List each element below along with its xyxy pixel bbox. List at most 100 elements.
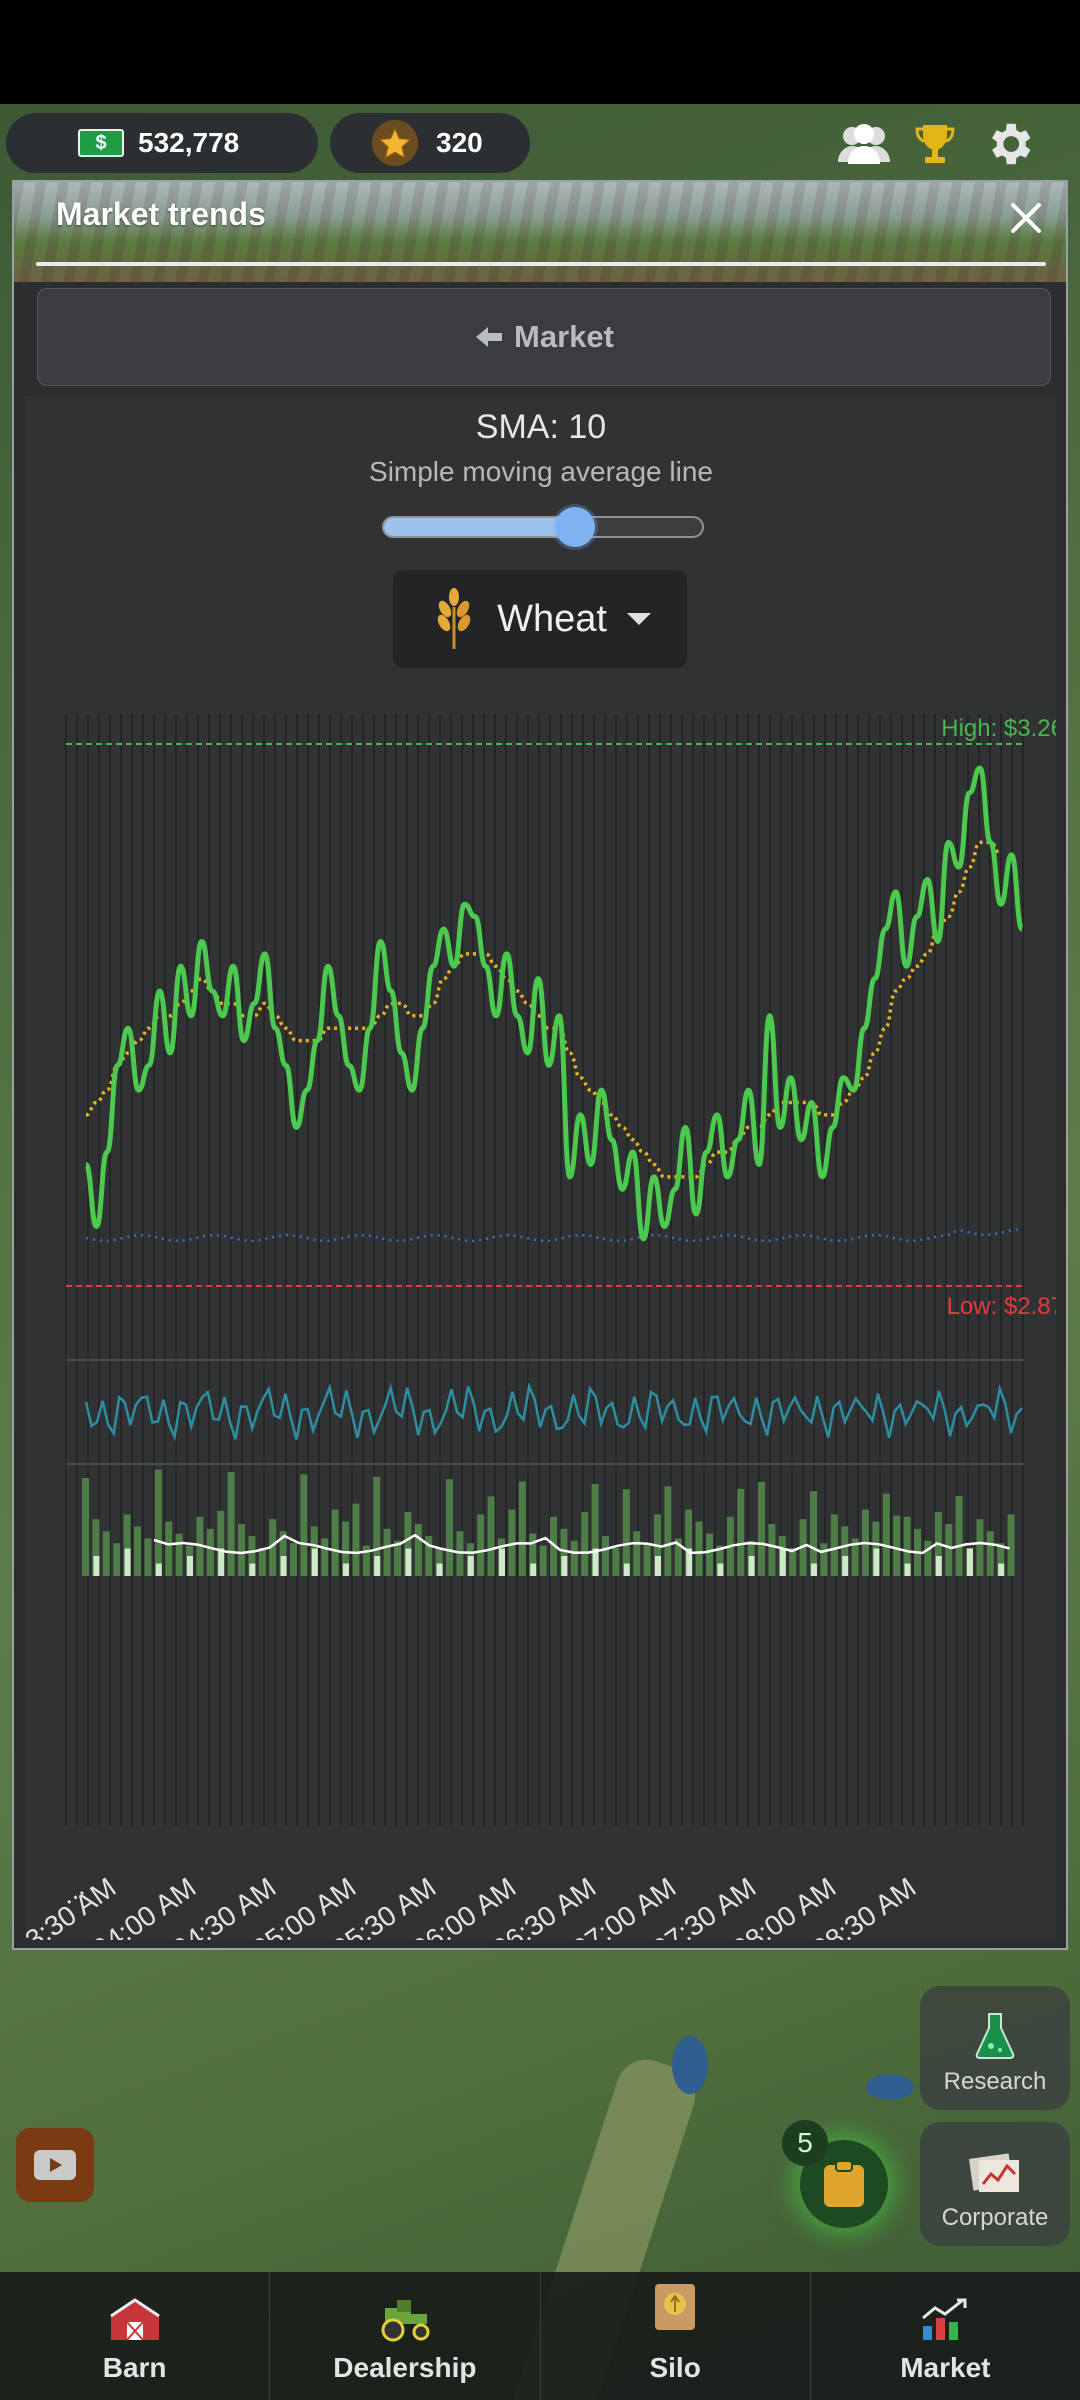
money-display[interactable]: $ 532,778 bbox=[6, 113, 318, 173]
volume-bar bbox=[643, 1543, 651, 1576]
volume-bar bbox=[706, 1533, 713, 1576]
volume-bar bbox=[830, 1514, 838, 1576]
close-button[interactable] bbox=[1004, 196, 1048, 240]
volume-bar bbox=[134, 1526, 141, 1576]
nav-market-label: Market bbox=[900, 2352, 991, 2383]
volume-bar bbox=[748, 1556, 755, 1576]
baseline-series bbox=[85, 1227, 1023, 1243]
volume-bar bbox=[258, 1548, 266, 1576]
research-button[interactable]: Research bbox=[920, 1986, 1070, 2110]
volume-bar bbox=[144, 1538, 152, 1576]
volume-bar bbox=[300, 1474, 308, 1576]
volume-bar bbox=[768, 1524, 776, 1576]
volume-bar bbox=[414, 1524, 422, 1576]
volume-bar bbox=[695, 1521, 703, 1576]
high-label: High: $3.26 bbox=[941, 715, 1056, 742]
volume-bar bbox=[436, 1563, 443, 1576]
price-chart: High: $3.26 Low: $2.87 ...03:30 AM04:00 … bbox=[26, 714, 1056, 1940]
nav-barn[interactable]: Barn bbox=[0, 2272, 271, 2400]
volume-bar bbox=[539, 1545, 547, 1576]
x-axis-ticks: ...03:30 AM04:00 AM04:30 AM05:00 AM05:30… bbox=[26, 1872, 921, 1940]
volume-bar bbox=[612, 1548, 620, 1576]
friends-icon[interactable] bbox=[832, 116, 896, 172]
volume-bar bbox=[383, 1528, 391, 1576]
corporate-label: Corporate bbox=[941, 2204, 1049, 2231]
chart-panel: SMA: 10 Simple moving average line Wheat bbox=[26, 396, 1056, 1940]
watch-video-button[interactable] bbox=[16, 2128, 94, 2202]
volume-bar bbox=[206, 1528, 214, 1576]
volume-bar bbox=[561, 1556, 568, 1576]
volume-bar bbox=[321, 1538, 329, 1576]
back-to-market-button[interactable]: Market bbox=[37, 288, 1051, 386]
corporate-button[interactable]: Corporate bbox=[920, 2122, 1070, 2246]
nav-barn-label: Barn bbox=[102, 2352, 167, 2383]
volume-bar bbox=[280, 1556, 287, 1576]
volume-bar bbox=[873, 1548, 880, 1576]
corporate-icon bbox=[968, 2153, 1019, 2192]
volume-bar bbox=[82, 1478, 89, 1576]
video-play-icon bbox=[34, 2150, 76, 2180]
volume-bar bbox=[113, 1543, 121, 1576]
market-chart-icon bbox=[922, 2298, 967, 2340]
volume-bar bbox=[467, 1556, 474, 1576]
volume-bar bbox=[967, 1548, 973, 1576]
barn-icon bbox=[109, 2298, 160, 2341]
star-value: 320 bbox=[436, 127, 483, 158]
volume-bar bbox=[93, 1556, 100, 1576]
volume-bar bbox=[935, 1556, 942, 1576]
volume-bar bbox=[893, 1515, 901, 1576]
volume-bar bbox=[1007, 1514, 1015, 1576]
nav-silo[interactable]: Silo bbox=[541, 2272, 811, 2400]
volume-bar bbox=[187, 1556, 193, 1576]
low-label: Low: $2.87 bbox=[947, 1293, 1056, 1320]
trophy-icon[interactable] bbox=[912, 116, 958, 172]
volume-bar bbox=[352, 1503, 360, 1576]
modal-title: Market trends bbox=[56, 196, 266, 232]
volume-bar bbox=[487, 1496, 495, 1576]
volume-bar bbox=[810, 1491, 817, 1576]
flask-icon bbox=[975, 2013, 1015, 2059]
volume-bar bbox=[499, 1548, 505, 1576]
volume-bar bbox=[175, 1533, 183, 1576]
money-value: 532,778 bbox=[138, 127, 240, 158]
cash-icon: $ bbox=[78, 129, 124, 157]
volume-bar bbox=[789, 1548, 797, 1576]
volume-bar bbox=[882, 1493, 890, 1576]
volume-bar bbox=[717, 1563, 724, 1576]
tractor-icon bbox=[381, 2300, 430, 2342]
nav-market[interactable]: Market bbox=[811, 2272, 1080, 2400]
volume-bar bbox=[343, 1563, 349, 1576]
volume-bar bbox=[570, 1540, 578, 1576]
clipboard-icon bbox=[824, 2160, 864, 2207]
star-icon bbox=[372, 120, 418, 166]
volume-bar bbox=[986, 1531, 994, 1576]
volume-bar bbox=[290, 1543, 297, 1576]
map-pond bbox=[672, 2036, 708, 2094]
star-display[interactable]: 320 bbox=[330, 113, 530, 173]
volume-bar bbox=[955, 1496, 963, 1576]
volume-bar bbox=[102, 1531, 110, 1576]
volume-bar bbox=[311, 1548, 318, 1576]
volume-bar bbox=[238, 1524, 245, 1576]
volume-bar bbox=[623, 1563, 630, 1576]
oscillator-line bbox=[84, 1382, 1023, 1442]
nav-silo-label: Silo bbox=[649, 2352, 701, 2383]
volume-bar bbox=[581, 1512, 589, 1576]
volume-bar bbox=[924, 1540, 932, 1576]
tasks-count-badge: 5 bbox=[782, 2120, 828, 2166]
volume-bar bbox=[446, 1479, 453, 1576]
volume-bar bbox=[227, 1472, 235, 1576]
volume-bar bbox=[530, 1563, 537, 1576]
volume-bar bbox=[154, 1469, 162, 1576]
nav-dealership[interactable]: Dealership bbox=[270, 2272, 541, 2400]
arrow-left-icon bbox=[476, 327, 503, 347]
gear-icon[interactable] bbox=[980, 116, 1038, 172]
volume-bar bbox=[820, 1543, 828, 1576]
volume-bar bbox=[842, 1556, 849, 1576]
volume-bar bbox=[374, 1556, 381, 1576]
volume-bar bbox=[124, 1548, 131, 1576]
market-trends-modal: Market trends Market SMA: 10 Simple movi… bbox=[12, 180, 1068, 1950]
volume-bar bbox=[655, 1556, 661, 1576]
volume-bar bbox=[945, 1524, 953, 1576]
volume-bar bbox=[779, 1548, 786, 1576]
